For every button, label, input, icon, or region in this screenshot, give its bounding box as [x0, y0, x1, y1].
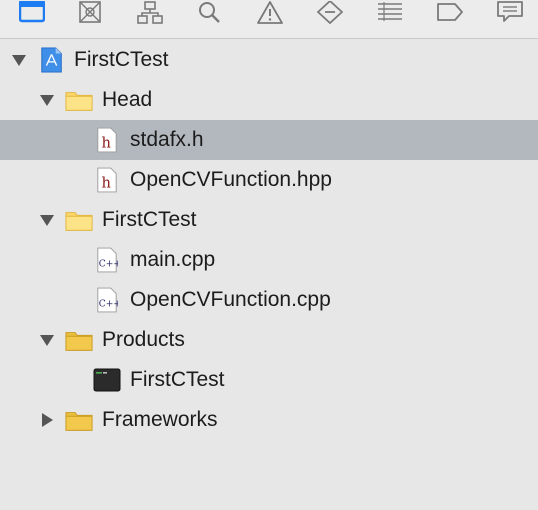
- terminal-executable-icon: [93, 366, 121, 394]
- header-file-icon: h: [93, 166, 121, 194]
- tree-row-file[interactable]: h OpenCVFunction.hpp: [0, 160, 538, 200]
- file-label: OpenCVFunction.hpp: [130, 168, 332, 191]
- svg-text:h: h: [102, 174, 112, 191]
- cpp-file-icon: C++: [93, 246, 121, 274]
- product-label: FirstCTest: [130, 368, 225, 391]
- tree-row-folder-firstctest[interactable]: FirstCTest: [0, 200, 538, 240]
- folder-icon: [65, 86, 93, 114]
- group-folder-icon: [65, 326, 93, 354]
- cpp-file-icon: C++: [93, 286, 121, 314]
- disclosure-expanded-icon[interactable]: [39, 332, 55, 348]
- svg-text:C++: C++: [99, 298, 118, 309]
- tree-row-file[interactable]: C++ OpenCVFunction.cpp: [0, 280, 538, 320]
- comment-icon[interactable]: [494, 0, 526, 28]
- search-icon[interactable]: [194, 0, 226, 28]
- breakpoint-icon[interactable]: [314, 0, 346, 28]
- group-folder-icon: [65, 406, 93, 434]
- tree-row-project[interactable]: FirstCTest: [0, 40, 538, 80]
- disclosure-expanded-icon[interactable]: [39, 212, 55, 228]
- tag-icon[interactable]: [434, 0, 466, 28]
- disclosure-collapsed-icon[interactable]: [39, 412, 55, 428]
- tree-row-folder-head[interactable]: Head: [0, 80, 538, 120]
- file-label: stdafx.h: [130, 128, 204, 151]
- folder-icon: [65, 206, 93, 234]
- tree-row-folder-frameworks[interactable]: Frameworks: [0, 400, 538, 440]
- project-name-label: FirstCTest: [74, 48, 169, 71]
- file-label: OpenCVFunction.cpp: [130, 288, 331, 311]
- warning-icon[interactable]: [254, 0, 286, 28]
- svg-text:C++: C++: [99, 258, 118, 269]
- disclosure-expanded-icon[interactable]: [39, 92, 55, 108]
- list-icon[interactable]: [374, 0, 406, 28]
- navigator-toolbar: [0, 0, 538, 39]
- tree-row-folder-products[interactable]: Products: [0, 320, 538, 360]
- xcode-project-icon: [38, 46, 66, 74]
- tree-row-file[interactable]: C++ main.cpp: [0, 240, 538, 280]
- folder-label: Frameworks: [102, 408, 218, 431]
- tree-row-product[interactable]: FirstCTest: [0, 360, 538, 400]
- project-navigator-icon[interactable]: [16, 0, 48, 28]
- folder-label: Head: [102, 88, 153, 111]
- header-file-icon: h: [93, 126, 121, 154]
- folder-label: FirstCTest: [102, 208, 197, 231]
- source-control-icon[interactable]: [74, 0, 106, 28]
- folder-label: Products: [102, 328, 185, 351]
- tree-row-file-selected[interactable]: h stdafx.h: [0, 120, 538, 160]
- file-label: main.cpp: [130, 248, 216, 271]
- svg-text:h: h: [102, 134, 112, 151]
- disclosure-expanded-icon[interactable]: [11, 52, 27, 68]
- symbol-hierarchy-icon[interactable]: [134, 0, 166, 28]
